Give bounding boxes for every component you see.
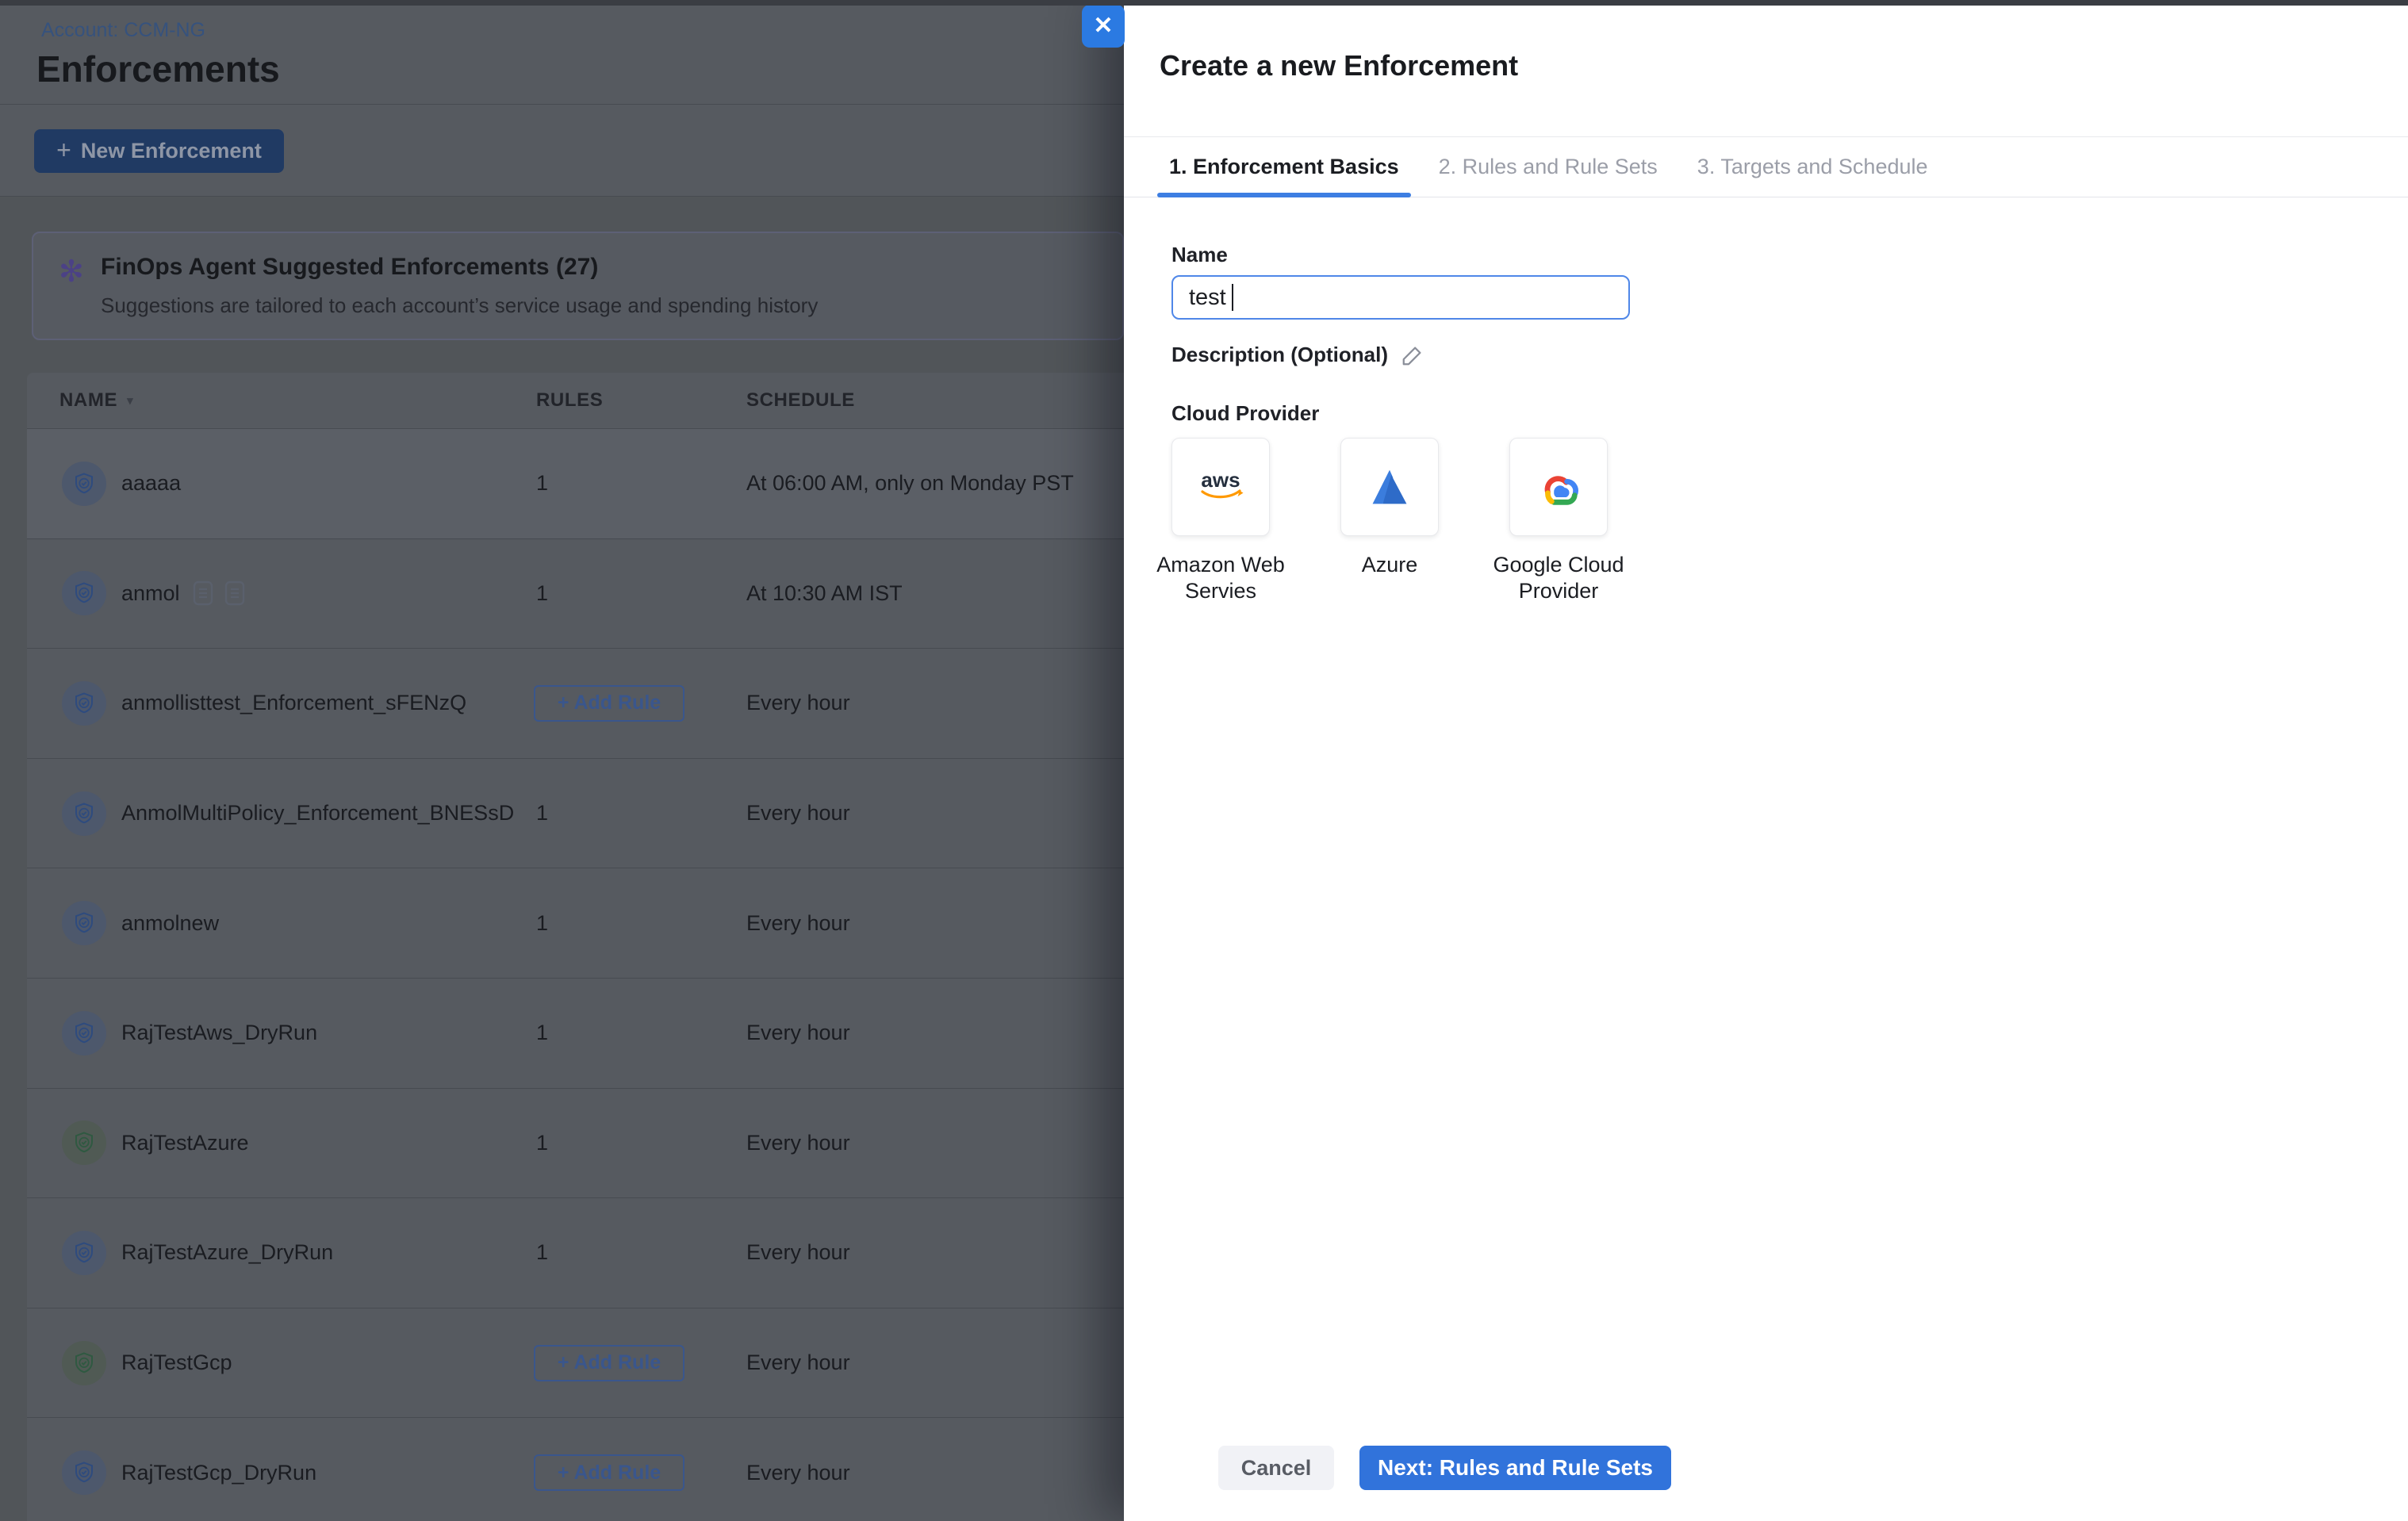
screen: Account: CCM-NG Enforcements + New Enfor… (0, 0, 2408, 1521)
sort-desc-icon: ▾ (127, 393, 133, 408)
schedule-text: Every hour (746, 1240, 850, 1265)
rules-count: 1 (536, 471, 548, 496)
provider-label: Amazon Web Servies (1129, 552, 1312, 604)
row-extra-icons (193, 580, 245, 606)
shield-check-icon (62, 1341, 106, 1385)
schedule-text: At 10:30 AM IST (746, 581, 903, 606)
close-icon[interactable]: ✕ (1082, 5, 1125, 48)
enforcement-name: RajTestAzure (121, 1131, 249, 1155)
schedule-text: Every hour (746, 911, 850, 936)
enforcement-basics-form: Name Description (Optional) Cloud Provid… (1171, 0, 2361, 1521)
schedule-text: At 06:00 AM, only on Monday PST (746, 471, 1074, 496)
enforcement-name: RajTestAws_DryRun (121, 1021, 317, 1045)
enforcement-name: anmol (121, 581, 180, 606)
rules-count: 1 (536, 801, 548, 826)
provider-gcp[interactable]: Google Cloud Provider (1509, 438, 1608, 604)
name-input[interactable] (1171, 275, 1630, 320)
azure-card[interactable] (1340, 438, 1439, 536)
schedule-text: Every hour (746, 1351, 850, 1375)
breadcrumb[interactable]: Account: CCM-NG (41, 19, 205, 42)
enforcement-name: anmolnew (121, 911, 219, 936)
azure-logo (1366, 466, 1413, 508)
shield-check-icon (62, 462, 106, 506)
rules-count: 1 (536, 1131, 548, 1155)
rules-count: 1 (536, 1240, 548, 1265)
enforcement-name: anmollisttest_Enforcement_sFENzQ (121, 691, 466, 715)
top-window-strip (0, 0, 2408, 6)
column-header-rules: RULES (536, 389, 603, 412)
description-label: Description (Optional) (1171, 343, 1388, 367)
shield-check-icon (62, 1231, 106, 1275)
shield-check-icon (62, 571, 106, 615)
shield-check-icon (62, 1121, 106, 1165)
shield-check-icon (62, 901, 106, 945)
provider-label: Google Cloud Provider (1467, 552, 1650, 604)
add-rule-button[interactable]: + Add Rule (534, 685, 684, 722)
provider-azure[interactable]: Azure (1340, 438, 1439, 604)
new-enforcement-button[interactable]: + New Enforcement (34, 129, 284, 173)
drawer-footer: Cancel Next: Rules and Rule Sets (1218, 1446, 1671, 1490)
aws-card[interactable]: aws (1171, 438, 1270, 536)
enforcement-name: RajTestGcp_DryRun (121, 1461, 316, 1485)
provider-label: Azure (1298, 552, 1481, 578)
enforcement-name: AnmolMultiPolicy_Enforcement_BNESsD (121, 801, 514, 826)
shield-check-icon (62, 681, 106, 726)
create-enforcement-drawer: Create a new Enforcement 1. Enforcement … (1124, 0, 2408, 1521)
suggestions-title: FinOps Agent Suggested Enforcements (27) (101, 254, 598, 281)
name-label: Name (1171, 243, 1228, 267)
provider-aws[interactable]: aws Amazon Web Servies (1171, 438, 1270, 604)
rules-count: 1 (536, 911, 548, 936)
shield-check-icon (62, 1450, 106, 1495)
plus-icon: + (56, 137, 71, 163)
schedule-text: Every hour (746, 1461, 850, 1485)
description-row: Description (Optional) (1171, 343, 1424, 367)
document-icon (193, 580, 213, 606)
schedule-text: Every hour (746, 1131, 850, 1155)
cloud-provider-label: Cloud Provider (1171, 401, 1319, 426)
aws-logo: aws (1194, 469, 1247, 504)
suggestions-subtitle: Suggestions are tailored to each account… (101, 293, 818, 318)
schedule-text: Every hour (746, 801, 850, 826)
enforcement-name: RajTestAzure_DryRun (121, 1240, 333, 1265)
enforcement-name: RajTestGcp (121, 1351, 232, 1375)
add-rule-button[interactable]: + Add Rule (534, 1345, 684, 1381)
name-field-wrapper (1171, 275, 1630, 320)
enforcement-name: aaaaa (121, 471, 181, 496)
finops-suggestions-panel: ✻ FinOps Agent Suggested Enforcements (2… (32, 232, 1124, 340)
add-rule-button[interactable]: + Add Rule (534, 1454, 684, 1491)
next-button[interactable]: Next: Rules and Rule Sets (1359, 1446, 1671, 1490)
column-header-name[interactable]: NAME ▾ (59, 389, 133, 412)
cancel-button[interactable]: Cancel (1218, 1446, 1334, 1490)
schedule-text: Every hour (746, 1021, 850, 1045)
sparkle-flower-icon: ✻ (59, 254, 84, 289)
schedule-text: Every hour (746, 691, 850, 715)
column-header-schedule: SCHEDULE (746, 389, 855, 412)
page-title: Enforcements (36, 48, 280, 90)
cloud-provider-options: aws Amazon Web Servies (1171, 438, 1608, 604)
shield-check-icon (62, 1011, 106, 1056)
rules-count: 1 (536, 1021, 548, 1045)
rules-count: 1 (536, 581, 548, 606)
svg-text:aws: aws (1201, 469, 1240, 492)
pencil-icon[interactable] (1401, 343, 1424, 367)
new-enforcement-label: New Enforcement (81, 139, 262, 163)
document-icon (224, 580, 245, 606)
google-cloud-logo (1531, 465, 1586, 509)
text-caret (1232, 284, 1233, 311)
shield-check-icon (62, 791, 106, 836)
gcp-card[interactable] (1509, 438, 1608, 536)
